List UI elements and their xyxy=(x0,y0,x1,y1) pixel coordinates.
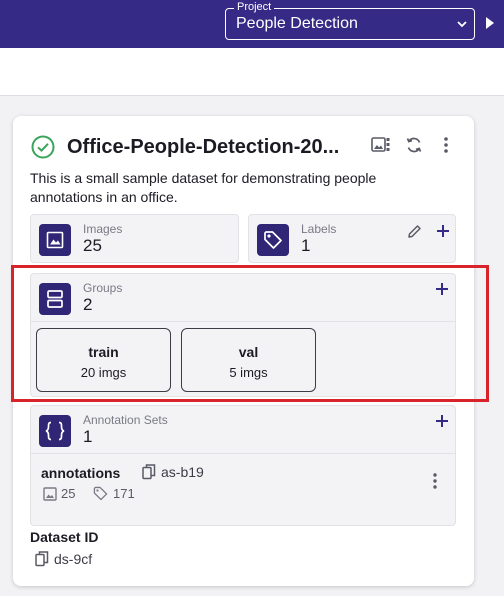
image-icon xyxy=(43,487,57,501)
annotation-set-name[interactable]: annotations xyxy=(41,465,120,481)
more-vertical-icon[interactable] xyxy=(432,472,438,490)
groups-icon xyxy=(39,283,71,315)
divider xyxy=(31,453,455,454)
dataset-title[interactable]: Office-People-Detection-20... xyxy=(67,135,339,159)
group-chip-val[interactable]: val 5 imgs xyxy=(181,328,316,392)
toolbar-area xyxy=(0,48,504,96)
project-select-label: Project xyxy=(234,1,275,13)
labels-label: Labels xyxy=(301,222,337,236)
group-count: 5 imgs xyxy=(229,365,268,380)
annotation-sets-label: Annotation Sets xyxy=(83,413,168,427)
group-name: val xyxy=(238,344,259,360)
annotation-sets-tile: Annotation Sets 1 annotations as-b19 25 … xyxy=(30,405,456,526)
images-label: Images xyxy=(83,222,123,236)
project-select[interactable]: Project People Detection xyxy=(225,1,475,40)
images-tile[interactable]: Images 25 xyxy=(30,214,239,263)
group-name: train xyxy=(88,344,119,360)
groups-count: 2 xyxy=(83,295,93,314)
sync-icon[interactable] xyxy=(403,134,425,156)
add-label-icon[interactable] xyxy=(435,223,451,239)
group-count: 20 imgs xyxy=(80,365,127,380)
more-vertical-icon[interactable] xyxy=(435,134,457,156)
copy-icon[interactable] xyxy=(35,551,49,567)
groups-label: Groups xyxy=(83,281,123,295)
pencil-icon[interactable] xyxy=(406,223,422,239)
dataset-id-label: Dataset ID xyxy=(30,529,99,545)
add-group-icon[interactable] xyxy=(434,281,450,297)
group-chip-train[interactable]: train 20 imgs xyxy=(36,328,171,392)
dataset-description: This is a small sample dataset for demon… xyxy=(30,170,377,205)
annotation-set-id: as-b19 xyxy=(161,464,204,480)
dataset-card: Office-People-Detection-20... This is a … xyxy=(13,116,474,586)
project-select-value: People Detection xyxy=(236,15,358,32)
image-icon xyxy=(39,224,71,256)
image-gallery-icon[interactable] xyxy=(370,134,392,156)
tag-icon xyxy=(257,224,289,256)
tag-icon xyxy=(93,486,108,501)
annotation-set-image-count: 25 xyxy=(61,486,76,501)
annotation-set-label-count: 171 xyxy=(113,486,135,501)
dataset-id-value: ds-9cf xyxy=(54,551,93,567)
labels-tile[interactable]: Labels 1 xyxy=(248,214,456,263)
labels-count: 1 xyxy=(301,236,311,255)
check-circle-icon xyxy=(31,135,55,159)
images-count: 25 xyxy=(83,236,102,255)
groups-tile: Groups 2 train 20 imgs val 5 imgs xyxy=(30,273,456,397)
annotation-sets-count: 1 xyxy=(83,427,93,446)
add-annotation-set-icon[interactable] xyxy=(434,413,450,429)
chevron-down-icon xyxy=(457,21,467,28)
divider xyxy=(31,321,455,322)
top-bar: Project People Detection xyxy=(0,0,504,48)
copy-icon[interactable] xyxy=(142,464,156,480)
braces-icon xyxy=(39,415,71,447)
chevron-right-icon[interactable] xyxy=(485,16,495,30)
